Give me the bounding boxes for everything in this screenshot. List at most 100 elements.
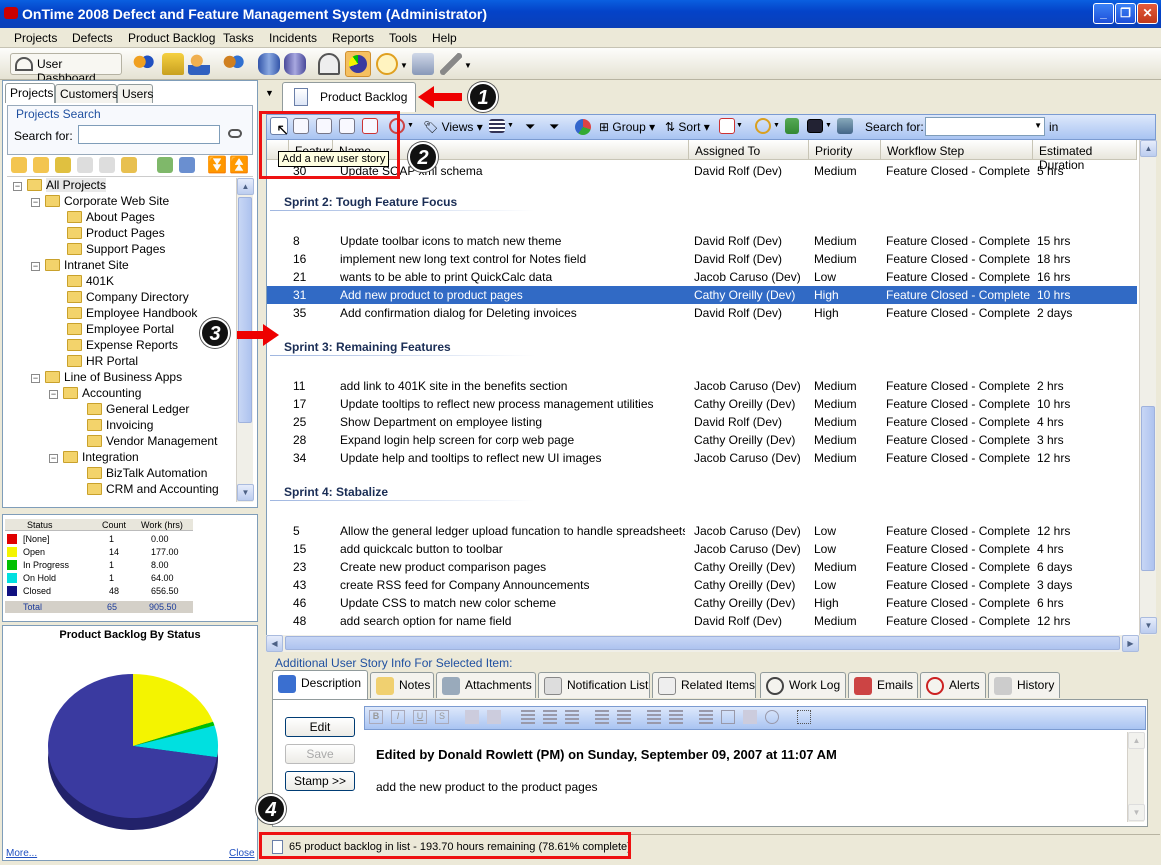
tab-alerts[interactable]: Alerts	[920, 672, 986, 698]
restore-button[interactable]: ❐	[1115, 3, 1136, 24]
menu-tasks[interactable]: Tasks	[223, 31, 254, 45]
tree-corporate-web-site[interactable]: − Corporate Web Site	[31, 194, 169, 208]
tree-all-projects[interactable]: − All Projects	[13, 178, 107, 192]
sprint-group-header[interactable]: Sprint 3: Remaining Features	[284, 340, 451, 354]
table-row[interactable]: 25 Show Department on employee listing D…	[267, 413, 1137, 431]
filter-2-icon[interactable]: ⏷	[549, 119, 559, 135]
tree-general-ledger[interactable]: General Ledger	[87, 402, 189, 416]
expand-all-icon[interactable]: ⏬	[207, 155, 227, 175]
grid-horizontal-scrollbar[interactable]: ◀ ▶	[266, 635, 1139, 652]
tree-accounting[interactable]: − Accounting	[49, 386, 141, 400]
group-menu[interactable]: ⊞ Group ▾	[599, 120, 655, 134]
gauge-icon[interactable]	[318, 53, 340, 75]
link-icon[interactable]	[765, 710, 779, 724]
column-header-assigned-to[interactable]: Assigned To	[689, 140, 809, 160]
tree-invoicing[interactable]: Invoicing	[87, 418, 153, 432]
chevron-down-icon[interactable]: ▼	[507, 122, 514, 129]
align-right-icon[interactable]	[565, 710, 579, 724]
chevron-down-icon[interactable]: ▼	[736, 122, 743, 129]
tree-scrollbar[interactable]: ▲ ▼	[236, 178, 254, 502]
tree-expense-reports[interactable]: Expense Reports	[67, 338, 178, 352]
groups-icon[interactable]	[222, 53, 244, 75]
tab-history[interactable]: History	[988, 672, 1060, 698]
grid-scroll-thumb[interactable]	[1141, 406, 1155, 571]
bullet-list-icon[interactable]	[595, 710, 609, 724]
tree-401k[interactable]: 401K	[67, 274, 114, 288]
image-icon[interactable]	[743, 710, 757, 724]
table-row[interactable]: 15 add quickcalc button to toolbar Jacob…	[267, 540, 1137, 558]
database-icon[interactable]	[258, 53, 280, 75]
user-dashboard-button[interactable]: User Dashboard	[10, 53, 122, 85]
binoculars-icon[interactable]	[228, 129, 242, 138]
tree-line-of-business-apps[interactable]: − Line of Business Apps	[31, 370, 182, 384]
column-header-workflow-step[interactable]: Workflow Step	[881, 140, 1033, 160]
scroll-down-icon[interactable]: ▼	[237, 484, 254, 501]
align-center-icon[interactable]	[543, 710, 557, 724]
indent-icon[interactable]	[647, 710, 661, 724]
scroll-up-icon[interactable]: ▲	[1128, 732, 1145, 749]
folder-icon[interactable]	[33, 157, 49, 173]
select-icon[interactable]	[797, 710, 811, 724]
views-menu[interactable]: 🏷 Views ▾	[423, 120, 483, 134]
tree-crm-and-accounting[interactable]: CRM and Accounting	[87, 482, 219, 496]
italic-icon[interactable]: I	[391, 710, 405, 724]
lock-icon[interactable]	[162, 53, 184, 75]
save-button[interactable]: Save	[285, 744, 355, 764]
grid-icon[interactable]	[179, 157, 195, 173]
tab-description[interactable]: Description	[272, 670, 368, 699]
refresh-list-icon[interactable]	[837, 118, 853, 134]
tree-product-pages[interactable]: Product Pages	[67, 226, 165, 240]
chevron-down-icon[interactable]: ▼	[407, 122, 414, 129]
menu-reports[interactable]: Reports	[332, 31, 374, 45]
table-icon[interactable]	[721, 710, 735, 724]
grid-hscroll-thumb[interactable]	[285, 636, 1120, 650]
strikethrough-icon[interactable]: S	[435, 710, 449, 724]
underline-icon[interactable]: U	[413, 710, 427, 724]
table-row[interactable]: 21 wants to be able to print QuickCalc d…	[267, 268, 1137, 286]
scroll-left-icon[interactable]: ◀	[266, 635, 283, 652]
tab-notification-list[interactable]: Notification List	[538, 672, 650, 698]
tree-intranet-site[interactable]: − Intranet Site	[31, 258, 129, 272]
tab-customers[interactable]: Customers	[55, 84, 118, 103]
collapse-all-icon[interactable]: ⏫	[229, 155, 249, 175]
column-header-priority[interactable]: Priority	[809, 140, 881, 160]
tree-employee-portal[interactable]: Employee Portal	[67, 322, 174, 336]
user-check-icon[interactable]	[188, 53, 210, 75]
tab-related-items[interactable]: Related Items	[652, 672, 756, 698]
tab-product-backlog[interactable]: Product Backlog	[282, 82, 416, 112]
table-row[interactable]: 23 Create new product comparison pages C…	[267, 558, 1137, 576]
more-link[interactable]: More...	[6, 848, 37, 859]
stamp-button[interactable]: Stamp >>	[285, 771, 355, 791]
chart-button[interactable]	[345, 51, 371, 77]
scroll-down-icon[interactable]: ▼	[1140, 617, 1157, 634]
table-row[interactable]: 11 add link to 401K site in the benefits…	[267, 377, 1137, 395]
project-search-input[interactable]	[78, 125, 220, 144]
chevron-down-icon[interactable]: ▼	[464, 61, 472, 70]
console-icon[interactable]	[807, 119, 823, 133]
table-row[interactable]: 48 add search option for name field Davi…	[267, 612, 1137, 630]
tab-users[interactable]: Users	[117, 84, 153, 103]
table-row[interactable]: 31 Add new product to product pages Cath…	[267, 286, 1137, 304]
tree-hr-portal[interactable]: HR Portal	[67, 354, 138, 368]
mail-server-icon[interactable]	[412, 53, 434, 75]
close-button[interactable]: ✕	[1137, 3, 1158, 24]
filter-icon[interactable]: ⏷	[525, 119, 535, 135]
colors-icon[interactable]	[575, 119, 591, 135]
add-item-icon[interactable]	[157, 157, 173, 173]
numbered-list-icon[interactable]	[617, 710, 631, 724]
table-row[interactable]: 16 implement new long text control for N…	[267, 250, 1137, 268]
font-icon[interactable]	[465, 710, 479, 724]
menu-tools[interactable]: Tools	[389, 31, 417, 45]
align-left-icon[interactable]	[521, 710, 535, 724]
tree-about-pages[interactable]: About Pages	[67, 210, 155, 224]
description-scrollbar[interactable]: ▲ ▼	[1127, 732, 1145, 822]
horizontal-rule-icon[interactable]	[699, 710, 713, 724]
menu-incidents[interactable]: Incidents	[269, 31, 317, 45]
sort-menu[interactable]: ⇅ Sort ▾	[665, 120, 710, 134]
bold-icon[interactable]: B	[369, 710, 383, 724]
outdent-icon[interactable]	[669, 710, 683, 724]
table-row[interactable]: 43 create RSS feed for Company Announcem…	[267, 576, 1137, 594]
table-row[interactable]: 8 Update toolbar icons to match new them…	[267, 232, 1137, 250]
sprint-group-header[interactable]: Sprint 4: Stabalize	[284, 485, 388, 499]
scroll-up-icon[interactable]: ▲	[1140, 140, 1157, 157]
